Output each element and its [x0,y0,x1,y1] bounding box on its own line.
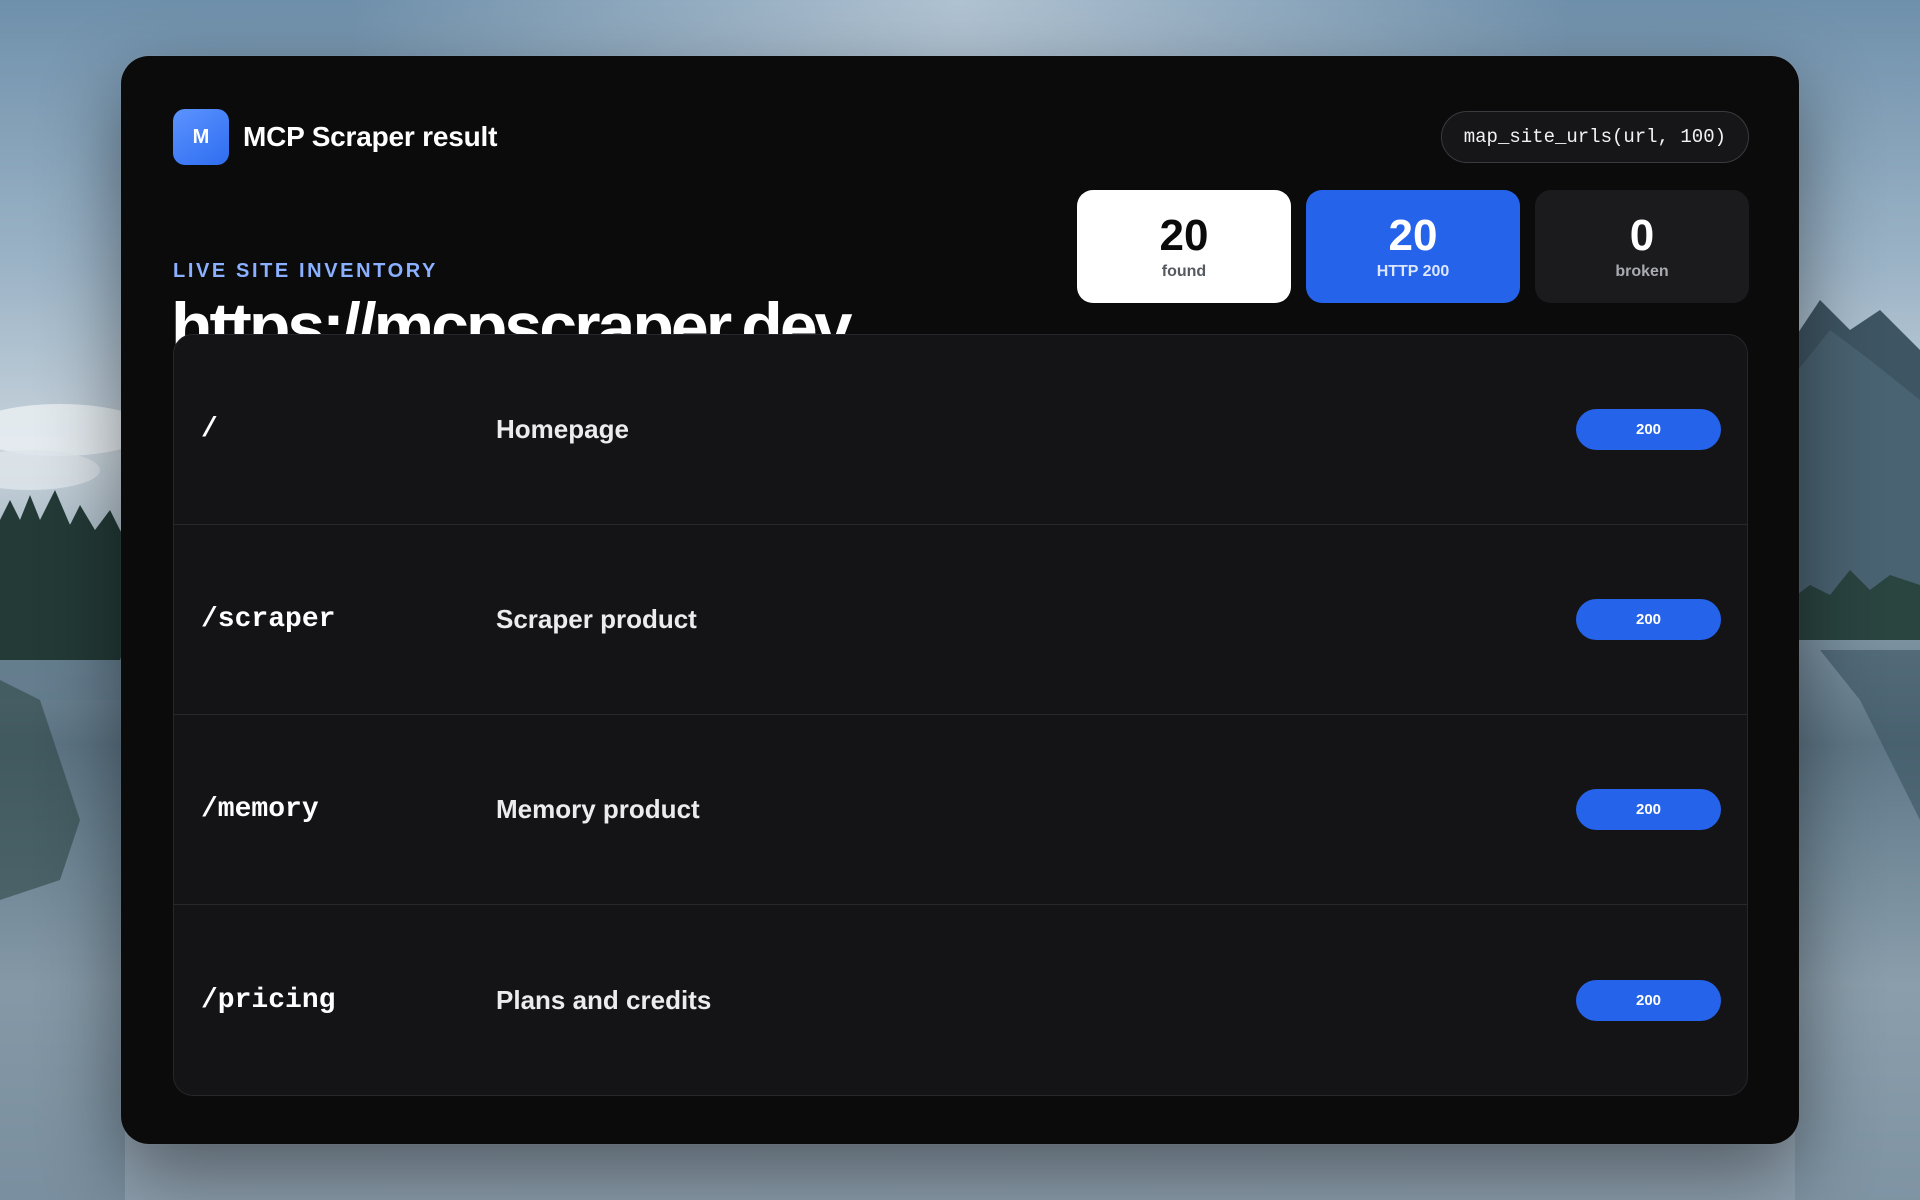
table-row: /scraper Scraper product 200 [174,525,1747,715]
section-eyebrow: LIVE SITE INVENTORY [173,260,438,282]
tool-call-chip: map_site_urls(url, 100) [1440,111,1749,163]
url-path: /scraper [201,604,336,635]
card-header: M MCP Scraper result map_site_urls(url, … [173,106,1749,168]
table-row: / Homepage 200 [174,335,1747,525]
url-description: Scraper product [496,604,697,634]
status-badge: 200 [1576,409,1721,450]
table-row: /pricing Plans and credits 200 [174,905,1747,1095]
stat-found: 20 found [1077,190,1291,303]
app-title: MCP Scraper result [243,121,498,152]
url-path: / [201,414,218,445]
url-path: /pricing [201,984,336,1016]
table-row: /memory Memory product 200 [174,715,1747,905]
stats-group: 20 found 20 HTTP 200 0 broken [1077,190,1749,303]
url-table: / Homepage 200 /scraper Scraper product … [173,334,1748,1096]
status-badge: 200 [1576,979,1721,1021]
stat-found-value: 20 [1159,210,1209,260]
url-path: /memory [201,794,319,825]
url-description: Plans and credits [496,984,712,1015]
stat-http-200-label: HTTP 200 [1376,262,1450,280]
url-description: Memory product [496,794,700,824]
stat-broken: 0 broken [1535,190,1749,303]
status-badge: 200 [1576,789,1721,830]
url-description: Homepage [496,414,629,444]
app-logo-icon: M [173,109,229,165]
stat-http-200-value: 20 [1388,210,1438,260]
stat-found-label: found [1161,262,1207,280]
status-badge: 200 [1576,599,1721,640]
stat-broken-label: broken [1615,262,1669,280]
scraper-result-card: M MCP Scraper result map_site_urls(url, … [121,56,1799,1144]
stat-http-200: 20 HTTP 200 [1306,190,1520,303]
brand: M MCP Scraper result [173,109,497,165]
stat-broken-value: 0 [1629,210,1655,260]
